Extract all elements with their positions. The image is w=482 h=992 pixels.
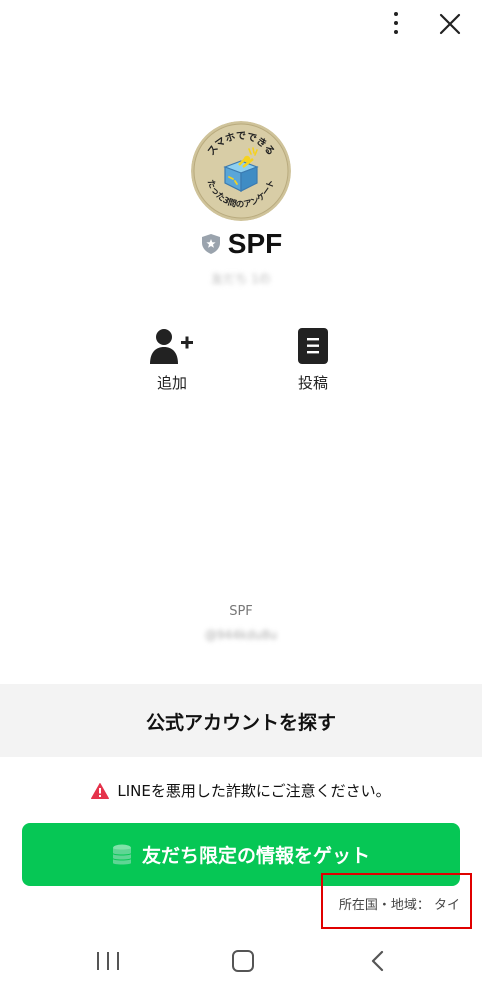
- friends-count: 友だち 1の: [211, 272, 271, 286]
- highlight-box: [321, 873, 472, 929]
- footer-line-id: @944kdu8u: [204, 628, 278, 642]
- account-name: SPF: [227, 228, 283, 259]
- system-nav-bar: [0, 930, 482, 992]
- shield-star-icon: [201, 234, 220, 254]
- post-label: 投稿: [297, 374, 328, 392]
- fraud-warning-text: LINEを悪用した詐欺にご注意ください。: [117, 782, 391, 800]
- get-friends-info-label: 友だち限定の情報をゲット: [141, 845, 370, 867]
- profile-avatar[interactable]: スマホでできる たった3問のアンケート: [191, 121, 291, 221]
- top-bar: [0, 0, 482, 50]
- post-icon: [298, 328, 328, 364]
- add-friend-button[interactable]: 追加: [132, 328, 212, 393]
- fraud-warning: LINEを悪用した詐欺にご注意ください。: [0, 780, 482, 801]
- recent-apps-icon[interactable]: [97, 952, 119, 970]
- find-official-accounts-section: 公式アカウントを探す: [0, 684, 482, 757]
- coins-icon: [112, 844, 131, 864]
- warning-icon: [91, 782, 110, 799]
- footer-account-name: SPF: [229, 604, 253, 619]
- add-friend-label: 追加: [156, 374, 187, 392]
- back-icon[interactable]: [370, 950, 386, 972]
- close-icon[interactable]: [436, 10, 464, 38]
- post-button[interactable]: 投稿: [273, 328, 353, 393]
- more-options-icon[interactable]: [384, 10, 408, 36]
- home-icon[interactable]: [232, 950, 254, 972]
- add-friend-icon: [150, 329, 193, 364]
- find-official-accounts-link[interactable]: 公式アカウントを探す: [0, 708, 482, 735]
- account-name-row: SPF: [0, 228, 482, 260]
